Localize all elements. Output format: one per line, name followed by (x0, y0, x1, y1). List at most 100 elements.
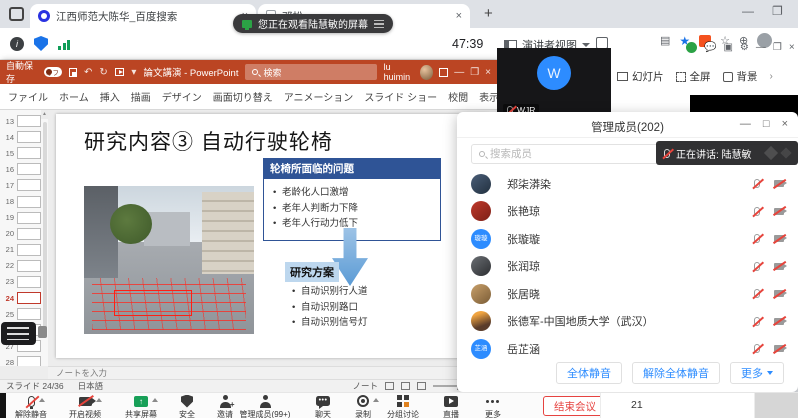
ppt-minimize-button[interactable]: — (454, 67, 464, 78)
member-row[interactable]: 张德军-中国地质大学（武汉） (457, 308, 798, 336)
slide-thumbnail-19[interactable]: 19 (0, 210, 48, 226)
slide-thumbnail-22[interactable]: 22 (0, 258, 48, 274)
chevron-up-icon[interactable] (96, 398, 102, 402)
slide-thumbnail-16[interactable]: 16 (0, 161, 48, 177)
tab-close-icon[interactable]: × (456, 10, 462, 22)
sorter-view-icon[interactable] (401, 382, 410, 390)
muted-camera-icon[interactable] (774, 345, 784, 352)
gear-icon[interactable]: ⚙ (740, 42, 749, 53)
ribbon-tab-home[interactable]: ホーム (59, 89, 89, 104)
browser-tab-1[interactable]: 江西师范大陈华_百度搜索 × (30, 4, 256, 28)
background-button[interactable]: 背景 (723, 69, 758, 84)
mute-all-button[interactable]: 全体静音 (556, 362, 622, 384)
more-toolbar-button[interactable]: 更多 (464, 394, 522, 418)
muted-mic-icon[interactable] (754, 234, 760, 243)
close-icon[interactable]: × (789, 42, 795, 53)
slide-thumbnail-25[interactable]: 25 (0, 306, 48, 322)
language-indicator[interactable]: 日本語 (78, 380, 104, 392)
end-meeting-button[interactable]: 结束会议 (543, 396, 607, 416)
minimize-icon[interactable]: — (756, 42, 766, 53)
slide-thumbnail-17[interactable]: 17 (0, 177, 48, 193)
video-tile[interactable]: W WJR (497, 48, 611, 122)
muted-camera-icon[interactable] (774, 180, 784, 187)
member-row[interactable]: 张艳琼 (457, 198, 798, 226)
start-video-button[interactable]: 开启视频 (56, 394, 114, 418)
slideshow-icon[interactable] (115, 68, 125, 76)
reading-list-icon[interactable]: ▤ (660, 34, 670, 47)
slide-thumbnail-14[interactable]: 14 (0, 129, 48, 145)
ribbon-tab-review[interactable]: 校閲 (448, 89, 468, 104)
slide-thumbnail-18[interactable]: 18 (0, 193, 48, 209)
panel-close-icon[interactable]: × (782, 118, 788, 130)
presenter-tools-handle[interactable] (38, 326, 47, 338)
muted-mic-icon[interactable] (754, 207, 760, 216)
reading-view-icon[interactable] (417, 382, 426, 390)
undo-icon[interactable]: ↶ (84, 67, 92, 78)
ppt-statusbar: スライド 24/36 日本語 ノート (0, 379, 497, 392)
ribbon-display-icon[interactable] (439, 68, 449, 77)
redo-icon[interactable]: ↻ (99, 67, 107, 78)
muted-camera-icon[interactable] (774, 235, 784, 242)
apps-icon[interactable]: ▣ (723, 42, 732, 53)
member-row[interactable]: 张润琼 (457, 253, 798, 281)
muted-camera-icon[interactable] (774, 208, 784, 215)
muted-camera-icon[interactable] (774, 290, 784, 297)
ribbon-tab-animations[interactable]: アニメーション (284, 89, 354, 104)
chat-bubble-icon[interactable]: 💬 (704, 42, 716, 53)
muted-mic-icon[interactable] (754, 262, 760, 271)
chevron-up-icon[interactable] (39, 398, 45, 402)
autosave-toggle[interactable]: オフ (44, 67, 62, 77)
ribbon-tab-insert[interactable]: 挿入 (100, 89, 120, 104)
ribbon-tab-draw[interactable]: 描画 (131, 89, 151, 104)
ppt-restore-button[interactable]: ❐ (470, 67, 479, 78)
fullscreen-button[interactable]: 全屏 (676, 69, 711, 84)
muted-camera-icon[interactable] (774, 263, 784, 270)
unmute-all-button[interactable]: 解除全体静音 (632, 362, 720, 384)
slide-thumbnail-28[interactable]: 28 (0, 354, 48, 366)
muted-mic-icon[interactable] (754, 317, 760, 326)
restore-icon[interactable]: ❐ (773, 42, 782, 53)
new-tab-button[interactable]: + (484, 5, 493, 22)
slide-thumbnail-21[interactable]: 21 (0, 242, 48, 258)
normal-view-icon[interactable] (385, 382, 394, 390)
ppt-close-button[interactable]: × (485, 67, 491, 78)
member-row[interactable]: 芷涵 岳芷涵 (457, 335, 798, 363)
muted-mic-icon[interactable] (754, 289, 760, 298)
notes-toggle[interactable]: ノート (352, 380, 378, 392)
unmute-button[interactable]: 解除静音 (2, 394, 60, 418)
browser-app-icon[interactable] (9, 7, 24, 21)
slide-thumbnail-15[interactable]: 15 (0, 145, 48, 161)
info-icon[interactable]: i (10, 37, 24, 51)
slides-mode-button[interactable]: 幻灯片 (617, 69, 664, 84)
presenter-tools-overlay[interactable] (1, 322, 36, 345)
more-tools-chevron-icon[interactable]: › (770, 71, 773, 82)
ribbon-tab-file[interactable]: ファイル (8, 89, 48, 104)
member-row[interactable]: 璇璇 张璇璇 (457, 225, 798, 253)
member-row[interactable]: 郑柒漭染 (457, 170, 798, 198)
muted-mic-icon[interactable] (754, 179, 760, 188)
ribbon-tab-design[interactable]: デザイン (162, 89, 202, 104)
slide-thumbnail-24[interactable]: 24 (0, 290, 48, 306)
thumb-scroll-up-icon[interactable]: ▲ (41, 110, 48, 119)
slide-thumbnail-20[interactable]: 20 (0, 226, 48, 242)
notification-menu-icon[interactable] (374, 20, 384, 28)
qat-dropdown-icon[interactable]: ▾ (131, 67, 136, 78)
ppt-search-box[interactable]: 検索 (245, 64, 376, 80)
thumbnail-scrollbar[interactable] (43, 122, 47, 337)
browser-restore-button[interactable]: ❐ (772, 4, 783, 18)
notes-input[interactable]: ノートを入力 (48, 366, 497, 379)
manage-members-button[interactable]: 管理成员(99+) (236, 394, 294, 418)
save-icon[interactable] (69, 68, 77, 77)
panel-minimize-icon[interactable]: — (740, 118, 751, 130)
thumbnail-preview (17, 356, 41, 366)
muted-camera-icon[interactable] (774, 318, 784, 325)
member-row[interactable]: 张居晓 (457, 280, 798, 308)
more-button[interactable]: 更多 (730, 362, 784, 384)
muted-mic-icon[interactable] (754, 344, 760, 353)
slide-thumbnail-23[interactable]: 23 (0, 274, 48, 290)
panel-maximize-icon[interactable]: □ (763, 118, 770, 130)
ppt-user-avatar[interactable] (420, 65, 433, 80)
ribbon-tab-transitions[interactable]: 画面切り替え (213, 89, 273, 104)
browser-minimize-button[interactable]: — (742, 4, 754, 18)
ribbon-tab-slideshow[interactable]: スライド ショー (364, 89, 437, 104)
